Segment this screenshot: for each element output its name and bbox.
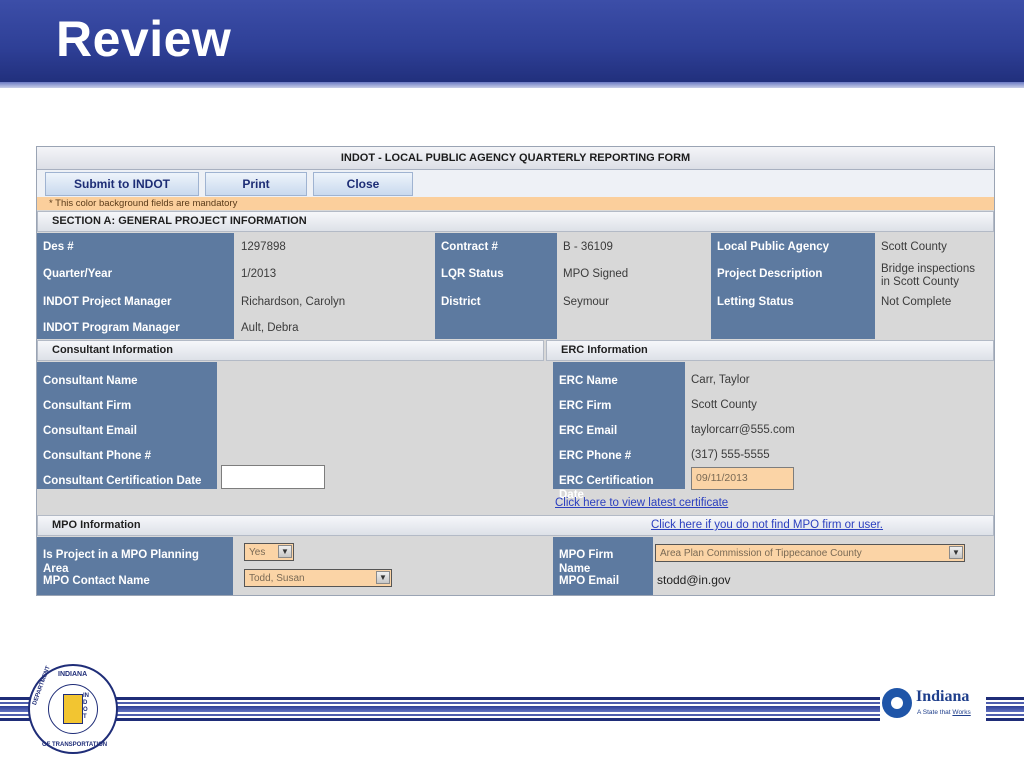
- erc-email-value: taylorcarr@555.com: [691, 424, 795, 436]
- consultant-firm-label: Consultant Firm: [43, 400, 132, 412]
- reporting-form: INDOT - LOCAL PUBLIC AGENCY QUARTERLY RE…: [36, 146, 995, 596]
- seal-emblem: INDOT: [48, 684, 98, 734]
- indiana-logo-tagline: A State that Works: [917, 709, 971, 716]
- mpo-firm-name-value: Area Plan Commission of Tippecanoe Count…: [660, 548, 862, 559]
- view-certificate-link[interactable]: Click here to view latest certificate: [555, 497, 728, 509]
- mpo-contact-name-select[interactable]: Todd, Susan ▼: [244, 569, 392, 587]
- district-label: District: [441, 296, 481, 308]
- letting-status-label: Letting Status: [717, 296, 794, 308]
- indiana-state-logo: Indiana A State that Works: [880, 684, 986, 724]
- indiana-logo-name: Indiana: [916, 688, 970, 705]
- erc-name-label: ERC Name: [559, 375, 618, 387]
- des-value: 1297898: [241, 241, 286, 253]
- erc-email-label: ERC Email: [559, 425, 618, 437]
- consultant-cert-date-label: Consultant Certification Date: [43, 475, 202, 487]
- program-manager-value: Ault, Debra: [241, 322, 299, 334]
- quarter-label: Quarter/Year: [43, 268, 113, 280]
- indiana-state-icon: [63, 694, 83, 724]
- project-manager-label: INDOT Project Manager: [43, 296, 172, 308]
- erc-phone-value: (317) 555-5555: [691, 449, 770, 461]
- lpa-value: Scott County: [881, 241, 947, 253]
- mpo-planning-area-value: Yes: [249, 547, 266, 558]
- project-description-label: Project Description: [717, 268, 823, 280]
- gear-icon: [882, 688, 912, 718]
- lqr-status-value: MPO Signed: [563, 268, 629, 280]
- mpo-contact-name-label: MPO Contact Name: [43, 575, 150, 587]
- form-toolbar: Submit to INDOT Print Close: [37, 170, 994, 197]
- form-title: INDOT - LOCAL PUBLIC AGENCY QUARTERLY RE…: [37, 147, 994, 170]
- print-button[interactable]: Print: [205, 172, 307, 196]
- indot-seal-logo: INDIANA DEPARTMENT OF TRANSPORTATION IND…: [28, 664, 118, 754]
- mpo-planning-area-select[interactable]: Yes ▼: [244, 543, 294, 561]
- lpa-label: Local Public Agency: [717, 241, 830, 253]
- consultant-header: Consultant Information: [37, 340, 544, 361]
- mpo-contact-name-value: Todd, Susan: [249, 573, 305, 584]
- program-manager-label: INDOT Program Manager: [43, 322, 180, 334]
- mpo-email-label: MPO Email: [559, 575, 620, 587]
- letting-status-value: Not Complete: [881, 296, 952, 308]
- quarter-value: 1/2013: [241, 268, 277, 280]
- slide-title: Review: [56, 11, 232, 67]
- erc-firm-value: Scott County: [691, 399, 757, 411]
- lqr-status-label: LQR Status: [441, 268, 504, 280]
- consultant-email-label: Consultant Email: [43, 425, 137, 437]
- header-divider: [0, 82, 1024, 88]
- consultant-cert-date-input[interactable]: [221, 465, 325, 489]
- footer-divider: [0, 697, 1024, 723]
- consultant-name-label: Consultant Name: [43, 375, 138, 387]
- project-description-value: Bridge inspections in Scott County: [881, 263, 975, 288]
- erc-cert-date-input[interactable]: 09/11/2013: [691, 467, 794, 490]
- chevron-down-icon: ▼: [376, 571, 390, 584]
- contract-value: B - 36109: [563, 241, 613, 253]
- project-manager-value: Richardson, Carolyn: [241, 296, 346, 308]
- chevron-down-icon: ▼: [949, 546, 963, 559]
- erc-header: ERC Information: [546, 340, 994, 361]
- erc-phone-label: ERC Phone #: [559, 450, 632, 462]
- mpo-firm-name-select[interactable]: Area Plan Commission of Tippecanoe Count…: [655, 544, 965, 562]
- mpo-email-value: stodd@in.gov: [657, 573, 731, 587]
- contract-label: Contract #: [441, 241, 498, 253]
- submit-button[interactable]: Submit to INDOT: [45, 172, 199, 196]
- chevron-down-icon: ▼: [278, 545, 292, 558]
- section-a-header: SECTION A: GENERAL PROJECT INFORMATION: [37, 211, 994, 232]
- mpo-not-found-link[interactable]: Click here if you do not find MPO firm o…: [651, 519, 883, 531]
- district-value: Seymour: [563, 296, 610, 308]
- erc-firm-label: ERC Firm: [559, 400, 612, 412]
- erc-name-value: Carr, Taylor: [691, 374, 750, 386]
- consultant-phone-label: Consultant Phone #: [43, 450, 151, 462]
- des-label: Des #: [43, 241, 74, 253]
- close-button[interactable]: Close: [313, 172, 413, 196]
- mandatory-note: * This color background fields are manda…: [37, 197, 994, 210]
- slide-header: Review: [0, 0, 1024, 88]
